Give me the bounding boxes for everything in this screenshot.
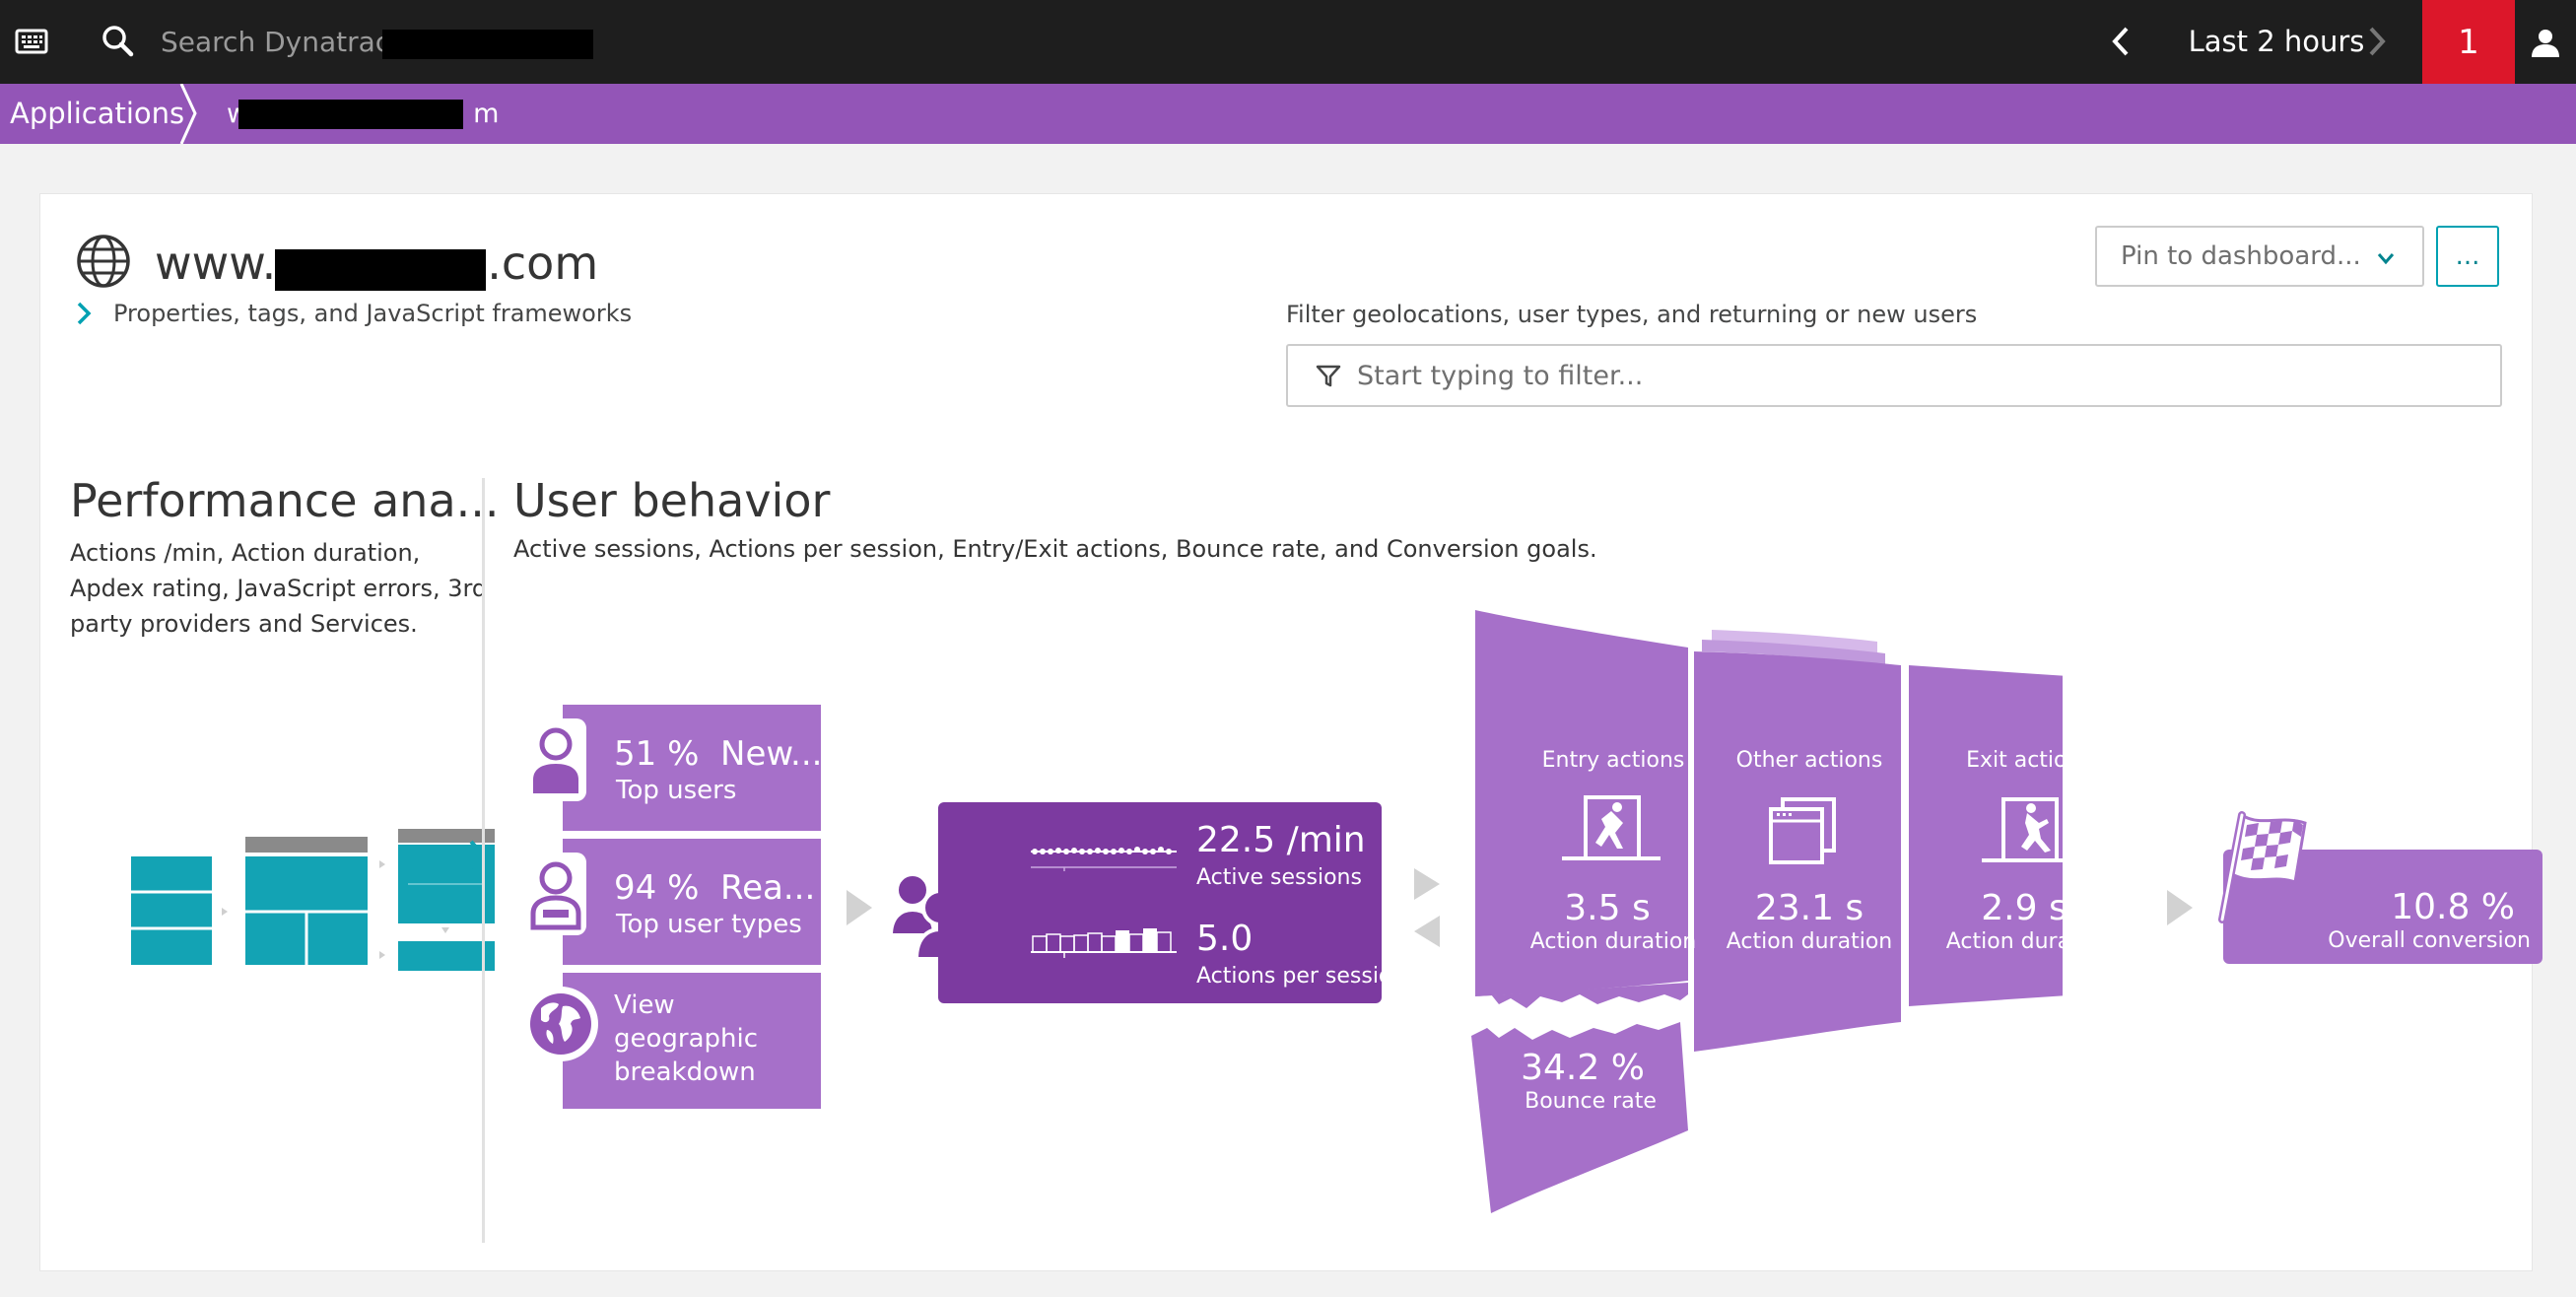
filter-icon (1316, 365, 1341, 387)
user-type-icon (525, 853, 586, 935)
active-sessions-value: 22.5 /min (1196, 820, 1366, 860)
geo-line-1: View (614, 990, 675, 1020)
breadcrumb-separator (179, 84, 197, 144)
chevron-right-icon (2369, 27, 2386, 56)
actions-per-session-label: Actions per session (1196, 964, 1406, 989)
user-behavior-description: Active sessions, Actions per session, En… (513, 535, 1597, 563)
conversion-value: 10.8 % (2391, 887, 2515, 927)
other-actions-title[interactable]: Other actions (1716, 748, 1903, 773)
more-options-button[interactable]: ... (2436, 226, 2499, 287)
top-users-value: 51 % (614, 734, 700, 774)
geo-line-2: geographic (614, 1024, 759, 1054)
menu-icon[interactable] (14, 22, 53, 61)
exit-door-icon (1982, 797, 2080, 862)
performance-diagram-illustration[interactable] (88, 825, 521, 979)
performance-analysis-title[interactable]: Performance ana... (70, 474, 500, 527)
top-user-types-name: Rea... (720, 868, 816, 908)
properties-expander[interactable]: Properties, tags, and JavaScript framewo… (74, 299, 632, 328)
new-user-icon (525, 718, 586, 801)
breadcrumb-current-suffix: m (473, 99, 500, 129)
checkered-flag-icon (2218, 811, 2307, 923)
active-sessions-tile[interactable]: 22.5 /min Active sessions 5.0 Actions pe… (938, 802, 1405, 1003)
exit-actions-label: Action duration (1945, 929, 2113, 954)
geographic-breakdown-tile[interactable]: View geographic breakdown (563, 973, 821, 1109)
top-users-tile[interactable]: 51 % New... Top users (563, 705, 822, 831)
filter-field[interactable] (1286, 344, 2502, 407)
page-title-prefix: www. (155, 237, 277, 290)
search-icon[interactable] (99, 22, 138, 61)
pin-label: Pin to dashboard... (2121, 241, 2361, 271)
page-title-suffix: .com (487, 237, 599, 290)
pin-to-dashboard-dropdown[interactable]: Pin to dashboard... (2095, 226, 2424, 287)
top-navigation-bar: Last 2 hours 1 (0, 0, 2576, 84)
top-users-name: New... (720, 734, 823, 774)
entry-actions-label: Action duration (1529, 929, 1697, 954)
bounce-rate-label: Bounce rate (1525, 1089, 1657, 1114)
other-actions-icon (1769, 797, 1836, 864)
top-user-types-summary: 94 % Rea... (614, 868, 815, 908)
redacted-text (382, 30, 593, 59)
user-behavior-title[interactable]: User behavior (513, 474, 830, 527)
other-actions-value: 23.1 s (1754, 888, 1864, 928)
problems-counter[interactable]: 1 (2422, 0, 2515, 84)
exit-actions-title[interactable]: Exit actions (1940, 748, 2118, 773)
flow-arrow (2167, 890, 2193, 925)
chevron-down-icon (2377, 253, 2395, 265)
geo-line-3: breakdown (614, 1058, 756, 1087)
actions-per-session-histogram (1031, 928, 1177, 958)
entry-door-icon (1562, 795, 1661, 860)
filter-input[interactable] (1357, 354, 2480, 397)
bounce-rate-value[interactable]: 34.2 % (1499, 1048, 1666, 1088)
exit-actions-value: 2.9 s (1981, 888, 2068, 928)
geographic-breakdown-label: View geographic breakdown (614, 989, 758, 1089)
entry-actions-title[interactable]: Entry actions (1525, 748, 1702, 773)
timeframe-next-button[interactable] (2353, 18, 2401, 65)
conversion-label: Overall conversion (2328, 928, 2531, 953)
chevron-right-icon (74, 299, 107, 328)
breadcrumb: Applications wm (0, 84, 2576, 144)
globe-icon (74, 232, 133, 291)
chevron-right-icon[interactable] (464, 837, 492, 872)
world-map-icon (523, 987, 598, 1061)
user-icon[interactable] (2515, 0, 2576, 84)
filter-label: Filter geolocations, user types, and ret… (1286, 301, 1978, 328)
properties-label: Properties, tags, and JavaScript framewo… (113, 300, 633, 327)
application-overview-card: www. .com Properties, tags, and JavaScrip… (39, 193, 2542, 1271)
other-actions-label: Action duration (1726, 929, 1893, 954)
top-users-label: Top users (616, 776, 737, 805)
redacted-text (275, 249, 486, 291)
flow-arrows (1414, 868, 1440, 947)
breadcrumb-applications[interactable]: Applications (0, 84, 184, 144)
top-user-types-value: 94 % (614, 868, 700, 908)
flow-arrow (847, 890, 872, 925)
section-divider (482, 478, 485, 1243)
top-users-summary: 51 % New... (614, 734, 822, 774)
entry-actions-value: 3.5 s (1564, 888, 1651, 928)
actions-per-session-value: 5.0 (1196, 919, 1254, 959)
top-user-types-label: Top user types (616, 910, 802, 939)
top-user-types-tile[interactable]: 94 % Rea... Top user types (563, 839, 821, 965)
redacted-text (238, 100, 463, 129)
active-sessions-sparkline (1031, 847, 1177, 871)
performance-analysis-description: Actions /min, Action duration, Apdex rat… (70, 539, 488, 638)
chevron-left-icon (2112, 27, 2129, 56)
timeframe-previous-button[interactable] (2097, 18, 2144, 65)
active-sessions-label: Active sessions (1196, 865, 1362, 890)
